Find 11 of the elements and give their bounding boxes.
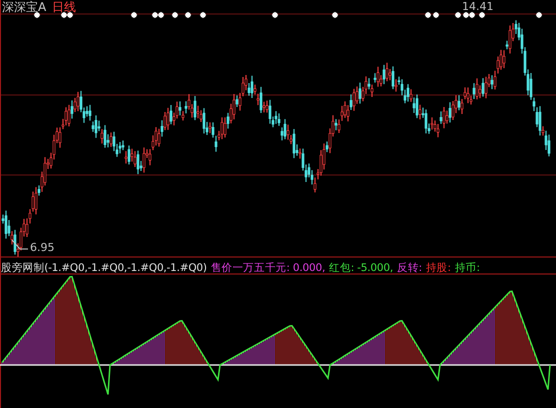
low-price-label: 6.95 [30, 241, 54, 255]
indicator-readout: 持币: [454, 261, 480, 275]
period-label: 日线 [52, 0, 76, 14]
high-price-label: 14.41 [462, 0, 494, 14]
indicator-readout: 持股: [426, 261, 451, 275]
leader-line [12, 240, 28, 250]
indicator-readout: 红包: -5.000, [329, 261, 393, 275]
indicator-name: 股旁网制(-1.#Q0,-1.#Q0,-1.#Q0,-1.#Q0) [1, 261, 207, 275]
stock-name: 深深宝A [2, 0, 46, 14]
indicator-readout: 反转: [396, 261, 422, 275]
indicator-readout: 售价一万五千元: 0.000, [210, 261, 326, 275]
